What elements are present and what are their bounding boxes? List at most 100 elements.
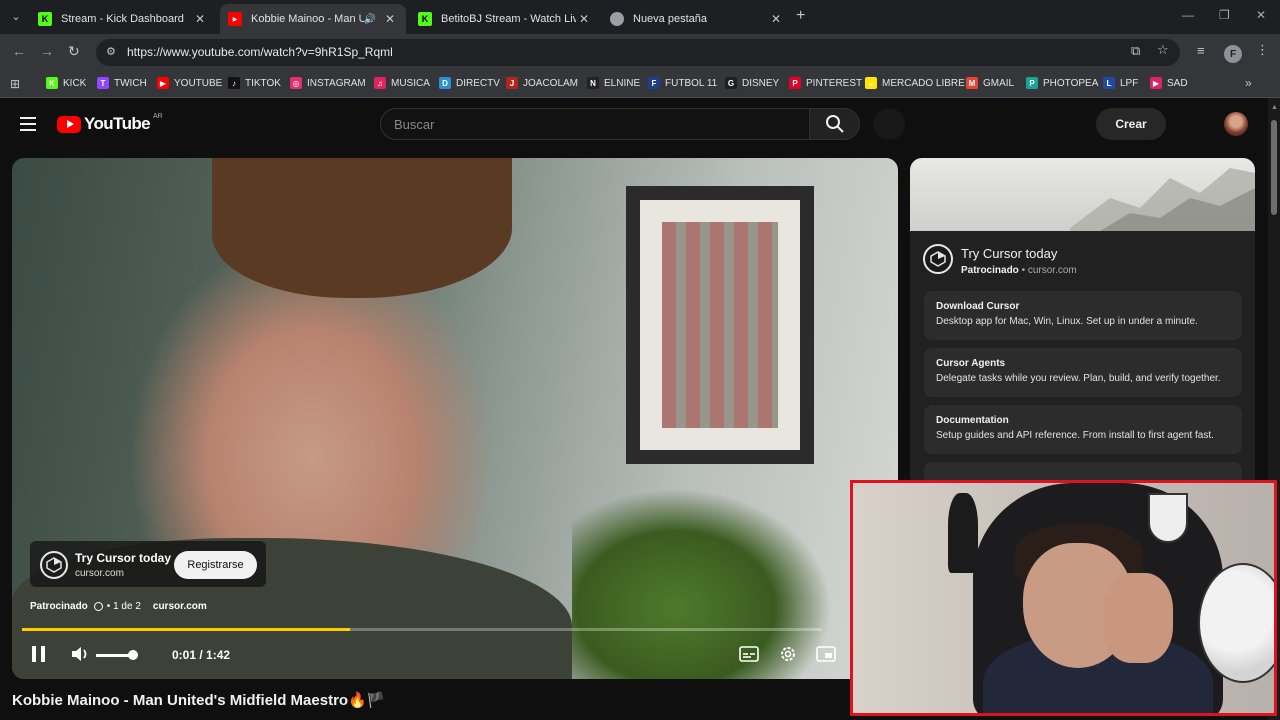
close-tab-icon[interactable]: ✕ — [192, 12, 208, 26]
ad-title[interactable]: Try Cursor today — [75, 551, 171, 565]
kick-icon: K — [38, 12, 52, 26]
ad-domain[interactable]: cursor.com — [75, 568, 124, 579]
sitelink-description: Setup guides and API reference. From ins… — [936, 430, 1214, 441]
country-code: AR — [153, 112, 163, 120]
info-icon[interactable] — [93, 602, 103, 611]
elnine-icon: N — [587, 77, 599, 89]
bookmark-label: FUTBOL 11 — [665, 77, 718, 89]
bookmark-directv[interactable]: D DIRECTV — [439, 77, 500, 89]
side-ad-title[interactable]: Try Cursor today — [961, 246, 1057, 261]
settings-gear-icon[interactable] — [778, 645, 798, 663]
tab-kick-dashboard[interactable]: K Stream - Kick Dashboard ✕ — [30, 4, 216, 34]
miniplayer-icon[interactable] — [816, 645, 836, 663]
youtube-logo[interactable]: YouTube AR — [57, 112, 163, 134]
bookmark-star-icon[interactable]: ☆ — [1157, 42, 1169, 58]
bookmark-gmail[interactable]: M GMAIL — [966, 77, 1014, 89]
bookmark-photopea[interactable]: P PHOTOPEA — [1026, 77, 1098, 89]
youtube-icon: ▶ — [228, 12, 242, 26]
pinterest-icon: P — [789, 77, 801, 89]
cursor-logo-icon[interactable] — [923, 244, 953, 274]
bookmark-label: TWICH — [114, 77, 147, 89]
reload-icon[interactable]: ↻ — [68, 43, 80, 60]
bookmark-label: DISNEY — [742, 77, 780, 89]
bookmark-label: DIRECTV — [456, 77, 500, 89]
bookmark-disney[interactable]: G DISNEY — [725, 77, 779, 89]
search-input[interactable]: Buscar — [380, 108, 810, 140]
tiktok-icon: ♪ — [228, 77, 240, 89]
bookmark-label: MUSICA — [391, 77, 430, 89]
bookmark-youtube[interactable]: ▶ YOUTUBE — [157, 77, 222, 89]
forward-icon[interactable]: → — [40, 43, 54, 59]
cast-icon[interactable]: ⧉ — [1131, 43, 1140, 59]
scroll-up-icon[interactable]: ▲ — [1271, 104, 1278, 111]
mercadolibre-icon: ◒ — [865, 77, 877, 89]
tab-youtube-video[interactable]: ▶ Kobbie Mainoo - Man United 🔊 ✕ — [220, 4, 406, 34]
close-tab-icon[interactable]: ✕ — [382, 12, 398, 26]
close-tab-icon[interactable]: ✕ — [576, 12, 592, 26]
bookmark-pinterest[interactable]: P PINTEREST — [789, 77, 862, 89]
webcam-image — [948, 493, 978, 573]
tab-betitobj-stream[interactable]: K BetitoBJ Stream - Watch Live on ✕ — [410, 4, 600, 34]
browser-menu-icon[interactable]: ⋮ — [1256, 42, 1269, 58]
bookmark-label: LPF — [1120, 77, 1139, 89]
bookmark-musica[interactable]: ♫ MUSICA — [374, 77, 430, 89]
webcam-image — [1103, 573, 1173, 663]
search-icon — [825, 115, 844, 133]
volume-knob[interactable] — [128, 650, 138, 660]
logo-wordmark: YouTube — [84, 114, 151, 133]
bookmark-joacolam[interactable]: J JOACOLAM — [506, 77, 578, 89]
minimize-icon[interactable]: — — [1182, 8, 1194, 22]
apps-grid-icon[interactable]: ⊞ — [10, 77, 20, 91]
bookmark-elnine[interactable]: N ELNINE — [587, 77, 640, 89]
sitelink-documentation[interactable]: Documentation Setup guides and API refer… — [924, 405, 1242, 454]
tab-new-tab[interactable]: Nueva pestaña ✕ — [602, 4, 792, 34]
speaker-icon[interactable]: 🔊 — [364, 14, 376, 25]
bookmark-futbol-11[interactable]: F FUTBOL 11 — [648, 77, 717, 89]
bookmark-sad[interactable]: ▶ SAD — [1150, 77, 1188, 89]
restore-icon[interactable]: ❐ — [1219, 8, 1230, 22]
profile-avatar[interactable]: F — [1224, 45, 1242, 63]
bookmark-kick[interactable]: K KICK — [46, 77, 86, 89]
sitelink-description: Desktop app for Mac, Win, Linux. Set up … — [936, 316, 1198, 327]
pause-button[interactable] — [32, 646, 46, 662]
tab-search-icon[interactable]: ⌄ — [6, 6, 26, 26]
webcam-overlay — [850, 480, 1277, 716]
bookmark-mercado-libre[interactable]: ◒ MERCADO LIBRE — [865, 77, 965, 89]
disney-icon: G — [725, 77, 737, 89]
search-button[interactable] — [809, 108, 860, 140]
sitelink-title: Cursor Agents — [936, 358, 1006, 369]
bookmark-tiktok[interactable]: ♪ TIKTOK — [228, 77, 281, 89]
tab-title: Kobbie Mainoo - Man United — [251, 13, 364, 25]
bookmark-twich[interactable]: T TWICH — [97, 77, 147, 89]
bookmark-lpf[interactable]: L LPF — [1103, 77, 1138, 89]
sitelink-title: Documentation — [936, 415, 1009, 426]
ad-banner-image[interactable] — [910, 158, 1255, 231]
address-bar[interactable]: ⚙ https://www.youtube.com/watch?v=9hR1Sp… — [96, 39, 1180, 66]
instagram-icon: ◎ — [290, 77, 302, 89]
register-button[interactable]: Registrarse — [174, 551, 257, 579]
scrollbar-thumb[interactable] — [1271, 120, 1277, 215]
more-bookmarks-icon[interactable]: » — [1245, 76, 1252, 90]
menu-icon[interactable] — [20, 117, 36, 131]
subtitles-icon[interactable] — [739, 645, 759, 663]
back-icon[interactable]: ← — [12, 43, 26, 59]
directv-icon: D — [439, 77, 451, 89]
create-button[interactable]: Crear — [1096, 108, 1166, 140]
volume-icon[interactable] — [70, 645, 90, 663]
sitelink-download-cursor[interactable]: Download Cursor Desktop app for Mac, Win… — [924, 291, 1242, 340]
close-window-icon[interactable]: ✕ — [1256, 8, 1266, 22]
sitelink-cursor-agents[interactable]: Cursor Agents Delegate tasks while you r… — [924, 348, 1242, 397]
close-tab-icon[interactable]: ✕ — [768, 12, 784, 26]
ad-overlay-card[interactable]: Try Cursor today cursor.com Registrarse — [30, 541, 266, 587]
voice-search-button[interactable] — [873, 108, 905, 140]
site-info-icon[interactable]: ⚙ — [106, 45, 116, 58]
progress-bar[interactable] — [22, 628, 822, 631]
account-avatar[interactable] — [1224, 112, 1248, 136]
sitelink-description: Delegate tasks while you review. Plan, b… — [936, 373, 1221, 384]
url-text[interactable]: https://www.youtube.com/watch?v=9hR1Sp_R… — [127, 45, 393, 59]
bookmark-instagram[interactable]: ◎ INSTAGRAM — [290, 77, 366, 89]
tab-title: BetitoBJ Stream - Watch Live on — [441, 13, 576, 25]
media-controls-icon[interactable]: ≡ — [1197, 43, 1205, 58]
new-tab-icon[interactable]: + — [796, 7, 805, 25]
ad-link-domain[interactable]: cursor.com — [153, 601, 207, 612]
